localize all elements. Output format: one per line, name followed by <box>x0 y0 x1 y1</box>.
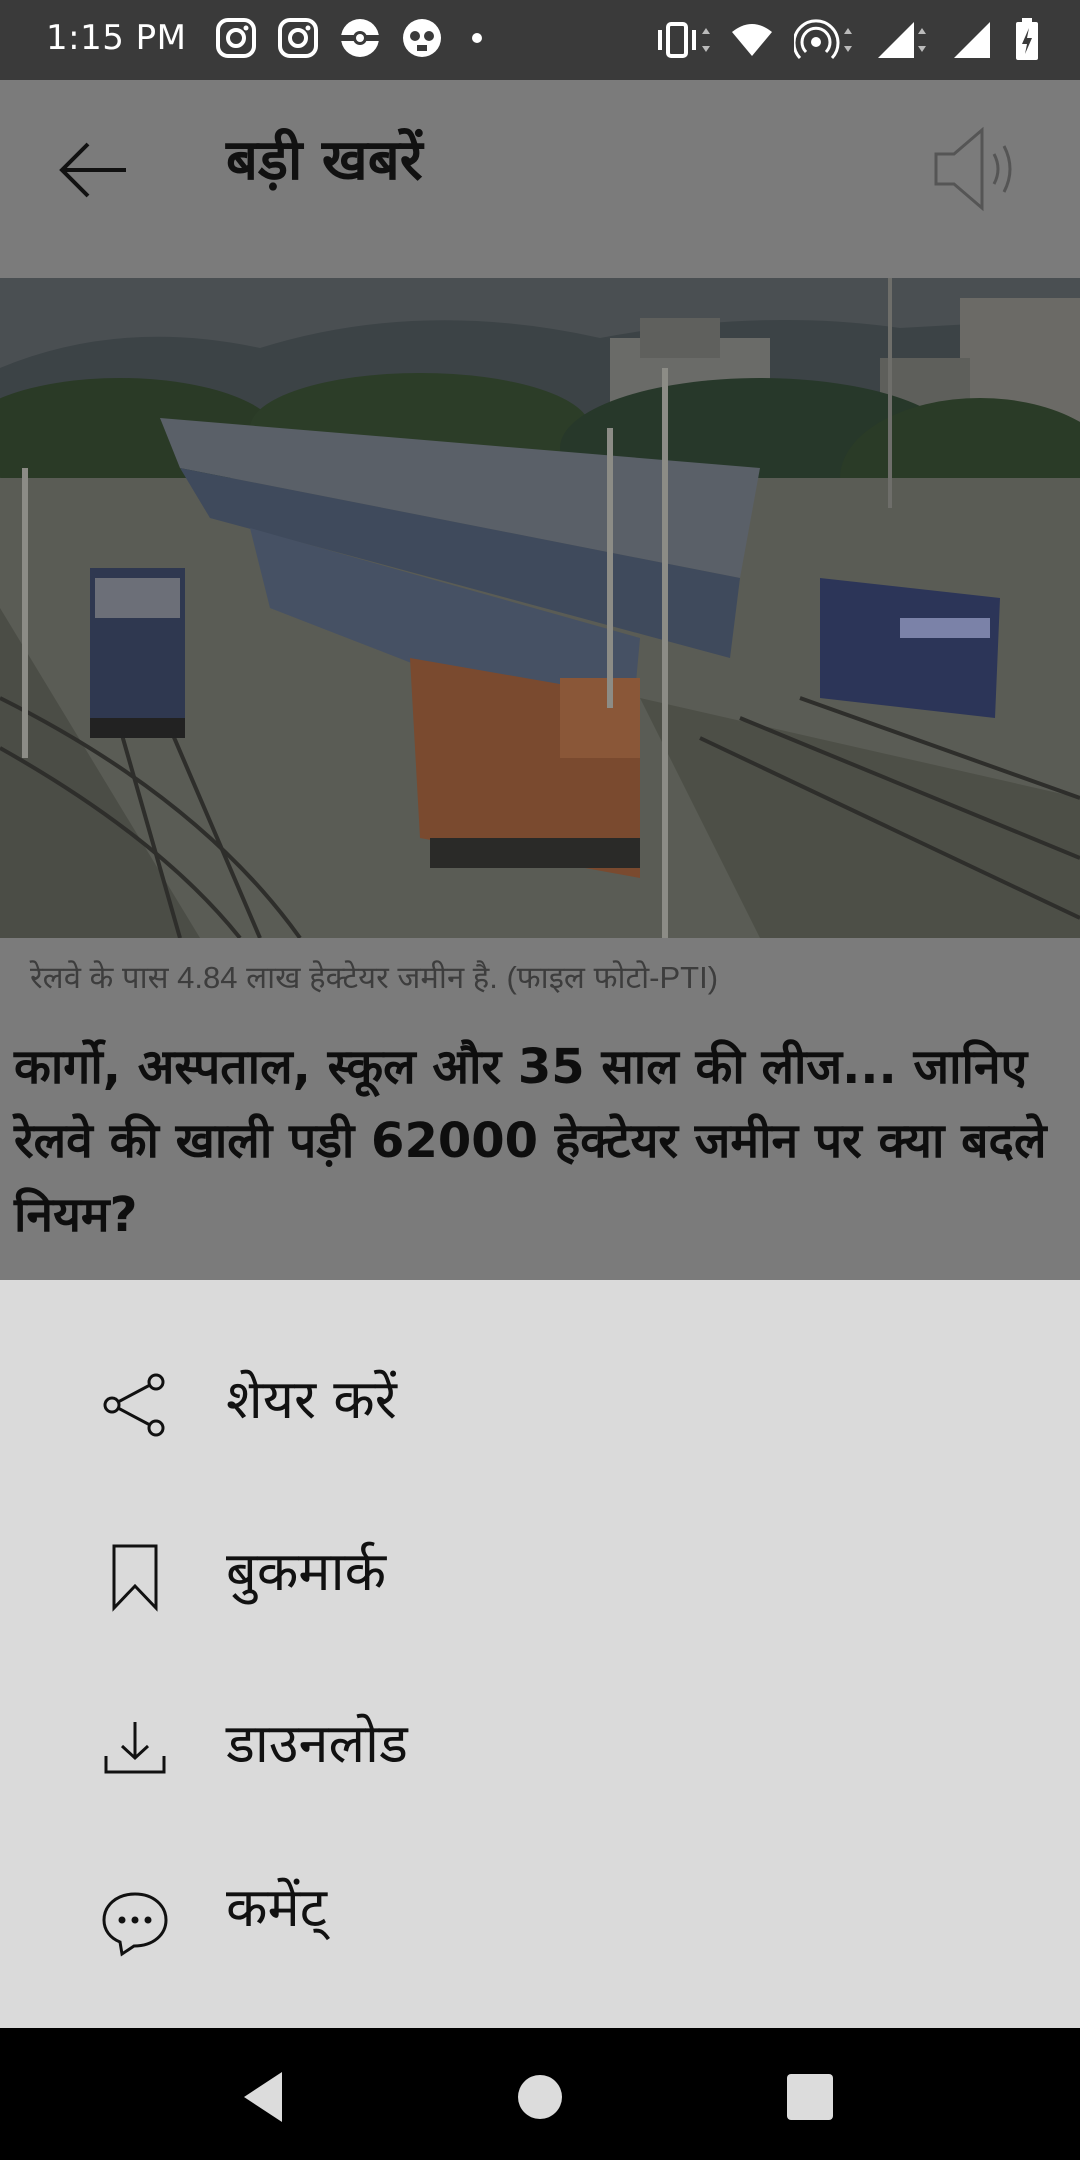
download-icon <box>104 1722 166 1774</box>
bookmark-label: बुकमार्क <box>226 1540 387 1603</box>
comment-label: कमेंट् <box>226 1876 327 1939</box>
hotspot-icon <box>794 19 852 60</box>
action-bottom-sheet: शेयर करें बुकमार्क डाउनलोड कमेंट् <box>0 1280 1080 2028</box>
battery-icon <box>1016 18 1038 60</box>
article-summary: रेलवे के पास 4.84 लाख हेक्टेयर जमीन है. … <box>0 938 1080 1280</box>
share-icon <box>103 1373 165 1437</box>
train-yard-photo <box>0 278 1080 938</box>
download-label: डाउनलोड <box>226 1712 408 1775</box>
back-button[interactable] <box>54 130 134 210</box>
nav-recents-icon[interactable] <box>775 2062 845 2132</box>
system-icons <box>648 18 1040 62</box>
nav-home-icon[interactable] <box>505 2062 575 2132</box>
image-caption: रेलवे के पास 4.84 लाख हेक्टेयर जमीन है. … <box>30 960 719 995</box>
arrow-left-icon <box>59 142 126 198</box>
share-option[interactable]: शेयर करें <box>0 1330 1080 1480</box>
speaker-icon <box>934 126 1012 212</box>
speaker-button[interactable] <box>932 124 1028 214</box>
instagram-icon <box>278 18 318 58</box>
skull-icon <box>403 19 441 57</box>
app-header: बड़ी खबरें <box>0 80 1080 278</box>
article-image <box>0 278 1080 938</box>
page-title: बड़ी खबरें <box>226 128 423 193</box>
system-nav-bar <box>0 2028 1080 2160</box>
pokeball-icon <box>341 19 379 57</box>
vibrate-icon <box>658 22 710 58</box>
comment-icon <box>102 1892 168 1957</box>
download-option[interactable]: डाउनलोड <box>0 1674 1080 1824</box>
bookmark-icon <box>112 1544 158 1612</box>
status-bar: 1:15 PM <box>0 0 1080 80</box>
nav-back-icon[interactable] <box>232 2062 302 2132</box>
share-label: शेयर करें <box>226 1368 397 1431</box>
signal-icon <box>878 22 926 58</box>
wifi-icon <box>732 24 772 56</box>
bookmark-option[interactable]: बुकमार्क <box>0 1502 1080 1652</box>
signal-icon <box>954 22 990 58</box>
status-time: 1:15 PM <box>46 18 187 58</box>
article-headline[interactable]: कार्गो, अस्पताल, स्कूल और 35 साल की लीज.… <box>14 1030 1064 1252</box>
comment-option[interactable]: कमेंट् <box>0 1846 1080 1996</box>
dot-icon <box>472 33 482 43</box>
notification-icons <box>214 16 492 60</box>
instagram-icon <box>216 18 256 58</box>
